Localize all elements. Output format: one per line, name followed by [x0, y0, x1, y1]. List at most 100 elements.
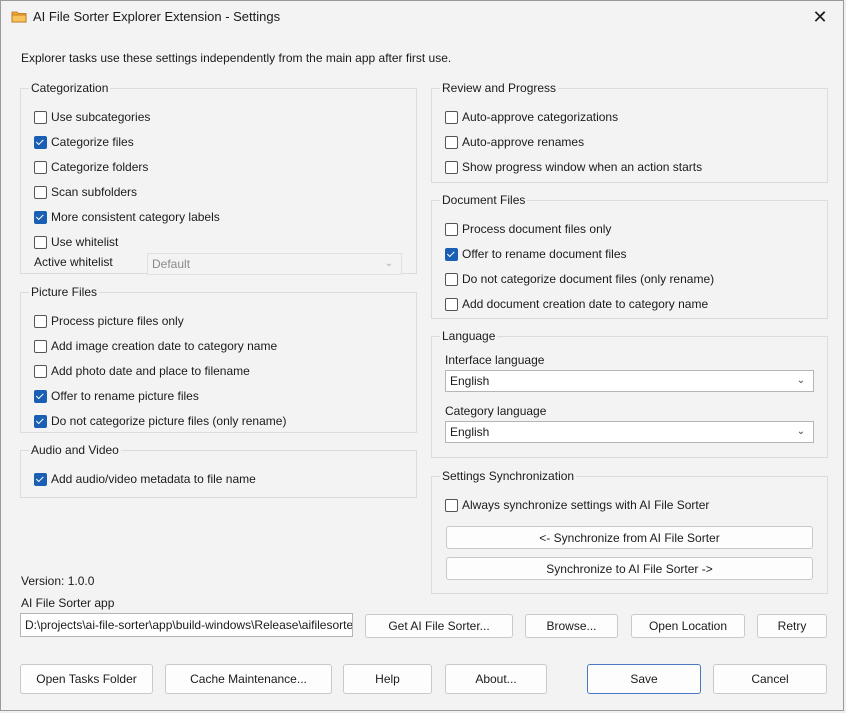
- save-button[interactable]: Save: [587, 664, 701, 694]
- active-whitelist-select[interactable]: Default ⌄: [147, 253, 402, 275]
- rename-documents-checkbox[interactable]: Offer to rename document files: [445, 245, 627, 263]
- use-whitelist-checkbox[interactable]: Use whitelist: [34, 233, 118, 251]
- select-value: Default: [152, 257, 191, 271]
- settings-window: AI File Sorter Explorer Extension - Sett…: [0, 0, 844, 711]
- folder-icon: [11, 11, 27, 23]
- checkbox-label: Always synchronize settings with AI File…: [462, 498, 710, 512]
- checkbox-box[interactable]: [445, 297, 458, 311]
- category-language-select[interactable]: English ⌄: [445, 421, 814, 443]
- checkbox-label: Add image creation date to category name: [51, 339, 278, 353]
- checkbox-box[interactable]: [34, 364, 47, 378]
- group-title: Categorization: [29, 81, 111, 95]
- chevron-down-icon: ⌄: [796, 375, 806, 386]
- scan-subfolders-checkbox[interactable]: Scan subfolders: [34, 183, 137, 201]
- checkbox-box[interactable]: [34, 389, 47, 403]
- checkbox-label: Do not categorize picture files (only re…: [51, 414, 287, 428]
- group-title: Picture Files: [29, 285, 100, 299]
- show-progress-checkbox[interactable]: Show progress window when an action star…: [445, 158, 702, 176]
- interface-language-select[interactable]: English ⌄: [445, 370, 814, 392]
- checkbox-box[interactable]: [445, 110, 458, 124]
- version-text: Version: 1.0.0: [21, 574, 95, 588]
- help-button[interactable]: Help: [343, 664, 432, 694]
- retry-button[interactable]: Retry: [757, 614, 827, 638]
- interface-language-label: Interface language: [445, 353, 545, 367]
- checkbox-label: Do not categorize document files (only r…: [462, 272, 715, 286]
- about-button[interactable]: About...: [445, 664, 547, 694]
- checkbox-box[interactable]: [445, 222, 458, 236]
- open-location-button[interactable]: Open Location: [631, 614, 745, 638]
- checkbox-box[interactable]: [34, 235, 47, 249]
- sync-to-button[interactable]: Synchronize to AI File Sorter ->: [446, 557, 813, 580]
- auto-approve-categorizations-checkbox[interactable]: Auto-approve categorizations: [445, 108, 618, 126]
- cancel-button[interactable]: Cancel: [713, 664, 827, 694]
- consistent-labels-checkbox[interactable]: More consistent category labels: [34, 208, 220, 226]
- open-tasks-folder-button[interactable]: Open Tasks Folder: [20, 664, 153, 694]
- group-title: Language: [440, 329, 498, 343]
- app-path-label: AI File Sorter app: [21, 596, 115, 610]
- checkbox-box[interactable]: [34, 210, 47, 224]
- app-path-input[interactable]: D:\projects\ai-file-sorter\app\build-win…: [20, 613, 353, 637]
- checkbox-label: Show progress window when an action star…: [462, 160, 703, 174]
- active-whitelist-label: Active whitelist: [34, 255, 113, 269]
- checkbox-label: Add audio/video metadata to file name: [51, 472, 256, 486]
- title-bar: AI File Sorter Explorer Extension - Sett…: [1, 1, 843, 33]
- group-title: Audio and Video: [29, 443, 121, 457]
- image-date-category-checkbox[interactable]: Add image creation date to category name: [34, 337, 277, 355]
- checkbox-box[interactable]: [34, 314, 47, 328]
- chevron-down-icon: ⌄: [384, 258, 394, 269]
- checkbox-box[interactable]: [445, 272, 458, 286]
- always-sync-checkbox[interactable]: Always synchronize settings with AI File…: [445, 496, 709, 514]
- av-metadata-checkbox[interactable]: Add audio/video metadata to file name: [34, 470, 256, 488]
- checkbox-label: Add photo date and place to filename: [51, 364, 250, 378]
- checkbox-label: Auto-approve categorizations: [462, 110, 619, 124]
- sync-from-button[interactable]: <- Synchronize from AI File Sorter: [446, 526, 813, 549]
- group-title: Review and Progress: [440, 81, 559, 95]
- rename-pictures-checkbox[interactable]: Offer to rename picture files: [34, 387, 199, 405]
- checkbox-box[interactable]: [445, 247, 458, 261]
- checkbox-label: Use whitelist: [51, 235, 119, 249]
- use-subcategories-checkbox[interactable]: Use subcategories: [34, 108, 150, 126]
- chevron-down-icon: ⌄: [796, 426, 806, 437]
- checkbox-label: Process picture files only: [51, 314, 184, 328]
- document-only-checkbox[interactable]: Process document files only: [445, 220, 611, 238]
- checkbox-box[interactable]: [445, 498, 458, 512]
- picture-only-checkbox[interactable]: Process picture files only: [34, 312, 184, 330]
- group-title: Document Files: [440, 193, 528, 207]
- checkbox-box[interactable]: [34, 135, 47, 149]
- select-value: English: [450, 374, 490, 388]
- group-title: Settings Synchronization: [440, 469, 577, 483]
- get-ai-file-sorter-button[interactable]: Get AI File Sorter...: [365, 614, 513, 638]
- checkbox-label: Offer to rename picture files: [51, 389, 199, 403]
- checkbox-box[interactable]: [445, 135, 458, 149]
- checkbox-label: Categorize folders: [51, 160, 149, 174]
- checkbox-box[interactable]: [34, 185, 47, 199]
- browse-button[interactable]: Browse...: [525, 614, 618, 638]
- checkbox-label: Process document files only: [462, 222, 612, 236]
- no-categorize-documents-checkbox[interactable]: Do not categorize document files (only r…: [445, 270, 714, 288]
- close-icon[interactable]: ✕: [797, 1, 843, 33]
- checkbox-label: Auto-approve renames: [462, 135, 585, 149]
- checkbox-box[interactable]: [34, 339, 47, 353]
- checkbox-box[interactable]: [34, 110, 47, 124]
- checkbox-label: Use subcategories: [51, 110, 151, 124]
- checkbox-box[interactable]: [445, 160, 458, 174]
- checkbox-box[interactable]: [34, 414, 47, 428]
- category-language-label: Category language: [445, 404, 547, 418]
- intro-text: Explorer tasks use these settings indepe…: [21, 51, 452, 65]
- categorize-files-checkbox[interactable]: Categorize files: [34, 133, 134, 151]
- checkbox-label: Add document creation date to category n…: [462, 297, 709, 311]
- checkbox-label: Categorize files: [51, 135, 134, 149]
- categorize-folders-checkbox[interactable]: Categorize folders: [34, 158, 148, 176]
- photo-date-place-checkbox[interactable]: Add photo date and place to filename: [34, 362, 250, 380]
- select-value: English: [450, 425, 490, 439]
- auto-approve-renames-checkbox[interactable]: Auto-approve renames: [445, 133, 584, 151]
- no-categorize-pictures-checkbox[interactable]: Do not categorize picture files (only re…: [34, 412, 286, 430]
- document-date-category-checkbox[interactable]: Add document creation date to category n…: [445, 295, 708, 313]
- checkbox-label: Scan subfolders: [51, 185, 138, 199]
- checkbox-box[interactable]: [34, 160, 47, 174]
- checkbox-label: More consistent category labels: [51, 210, 220, 224]
- checkbox-box[interactable]: [34, 472, 47, 486]
- cache-maintenance-button[interactable]: Cache Maintenance...: [165, 664, 332, 694]
- checkbox-label: Offer to rename document files: [462, 247, 627, 261]
- window-title: AI File Sorter Explorer Extension - Sett…: [33, 9, 281, 24]
